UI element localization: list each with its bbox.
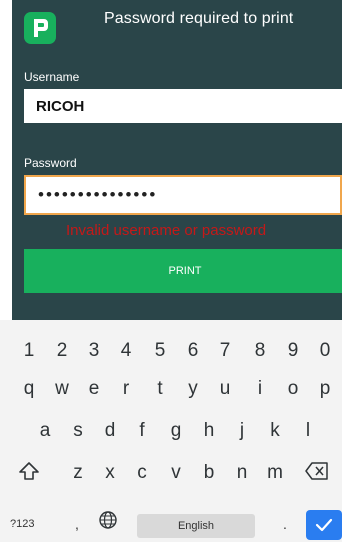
key-k[interactable]: k <box>258 420 292 442</box>
space-bar[interactable]: English <box>137 514 255 538</box>
shift-icon[interactable] <box>12 460 46 488</box>
key-z[interactable]: z <box>61 462 95 484</box>
dialog-title: Password required to print <box>104 10 294 27</box>
period-key[interactable]: . <box>283 516 287 532</box>
key-p[interactable]: p <box>308 378 342 400</box>
comma-key[interactable]: , <box>75 516 79 532</box>
error-message: Invalid username or password <box>66 222 267 239</box>
key-q[interactable]: q <box>12 378 46 400</box>
key-o[interactable]: o <box>276 378 310 400</box>
key-6[interactable]: 6 <box>176 340 210 362</box>
key-x[interactable]: x <box>93 462 127 484</box>
key-h[interactable]: h <box>192 420 226 442</box>
key-t[interactable]: t <box>143 378 177 400</box>
key-v[interactable]: v <box>159 462 193 484</box>
app-logo-icon <box>24 12 56 44</box>
key-c[interactable]: c <box>125 462 159 484</box>
key-y[interactable]: y <box>176 378 210 400</box>
key-b[interactable]: b <box>192 462 226 484</box>
key-f[interactable]: f <box>125 420 159 442</box>
print-auth-dialog: Password required to print Username Pass… <box>12 0 342 320</box>
key-r[interactable]: r <box>109 378 143 400</box>
key-w[interactable]: w <box>45 378 79 400</box>
key-3[interactable]: 3 <box>77 340 111 362</box>
enter-key[interactable] <box>306 510 342 540</box>
globe-icon[interactable] <box>93 510 123 536</box>
key-0[interactable]: 0 <box>308 340 342 362</box>
key-s[interactable]: s <box>61 420 95 442</box>
backspace-icon[interactable] <box>300 460 334 488</box>
key-8[interactable]: 8 <box>243 340 277 362</box>
key-i[interactable]: i <box>243 378 277 400</box>
symbols-key[interactable]: ?123 <box>10 518 34 530</box>
key-9[interactable]: 9 <box>276 340 310 362</box>
key-e[interactable]: e <box>77 378 111 400</box>
key-4[interactable]: 4 <box>109 340 143 362</box>
username-field[interactable] <box>24 89 342 123</box>
username-label: Username <box>24 70 80 84</box>
key-u[interactable]: u <box>208 378 242 400</box>
on-screen-keyboard: 1 2 3 4 5 6 7 8 9 0 q w e r t y u i o p … <box>0 320 342 542</box>
key-l[interactable]: l <box>291 420 325 442</box>
key-m[interactable]: m <box>258 462 292 484</box>
key-7[interactable]: 7 <box>208 340 242 362</box>
key-g[interactable]: g <box>159 420 193 442</box>
password-field[interactable] <box>24 175 342 215</box>
checkmark-icon <box>315 518 333 532</box>
key-a[interactable]: a <box>28 420 62 442</box>
key-j[interactable]: j <box>225 420 259 442</box>
key-d[interactable]: d <box>93 420 127 442</box>
key-5[interactable]: 5 <box>143 340 177 362</box>
key-2[interactable]: 2 <box>45 340 79 362</box>
key-1[interactable]: 1 <box>12 340 46 362</box>
password-label: Password <box>24 156 77 170</box>
print-button[interactable]: PRINT <box>24 249 342 293</box>
key-n[interactable]: n <box>225 462 259 484</box>
